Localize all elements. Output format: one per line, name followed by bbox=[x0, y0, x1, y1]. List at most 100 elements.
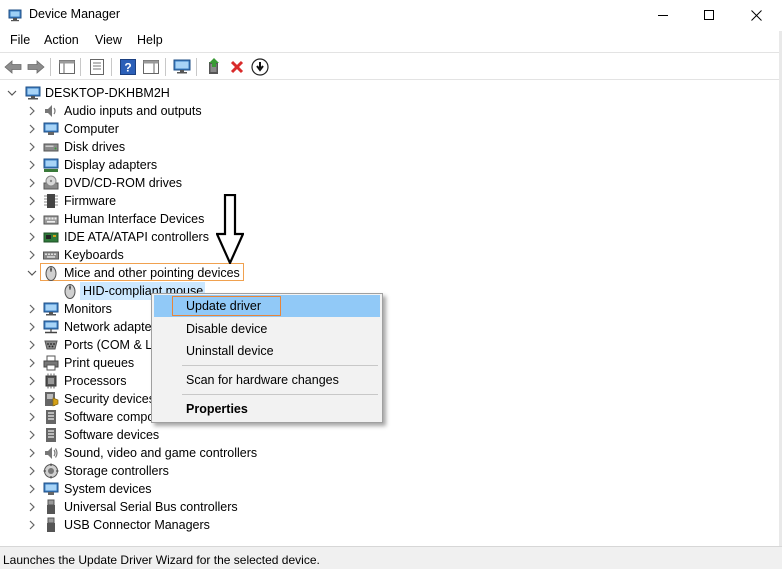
device-manager-icon bbox=[8, 9, 22, 22]
tree-item-dvd-drives[interactable]: DVD/CD-ROM drives bbox=[0, 174, 400, 192]
back-button[interactable] bbox=[3, 57, 23, 77]
context-menu-item-label: Properties bbox=[186, 402, 248, 416]
scan-hardware-button[interactable] bbox=[172, 57, 192, 77]
chevron-right-icon[interactable] bbox=[27, 358, 37, 368]
update-driver-button[interactable] bbox=[204, 57, 224, 77]
computer-icon bbox=[43, 122, 59, 135]
chevron-right-icon[interactable] bbox=[27, 196, 37, 206]
keyboard-icon bbox=[43, 251, 59, 260]
usb-icon bbox=[47, 499, 55, 514]
context-menu-uninstall-device[interactable]: Uninstall device bbox=[154, 340, 380, 362]
menu-file[interactable]: File bbox=[9, 33, 31, 47]
close-button[interactable] bbox=[733, 0, 779, 30]
chevron-right-icon[interactable] bbox=[27, 394, 37, 404]
help-button[interactable]: ? bbox=[118, 57, 138, 77]
chevron-right-icon[interactable] bbox=[27, 304, 37, 314]
tree-item-label: Software devices bbox=[64, 428, 160, 442]
chevron-right-icon[interactable] bbox=[27, 430, 37, 440]
toolbar-separator bbox=[80, 58, 81, 76]
title-bar: Device Manager bbox=[0, 0, 782, 30]
tree-item-disk-drives[interactable]: Disk drives bbox=[0, 138, 400, 156]
chevron-right-icon[interactable] bbox=[27, 160, 37, 170]
device-tree[interactable]: DESKTOP-DKHBM2H Audio inputs and outputs… bbox=[0, 82, 779, 546]
tree-item-label: Human Interface Devices bbox=[64, 212, 205, 226]
tree-root[interactable]: DESKTOP-DKHBM2H bbox=[0, 84, 400, 102]
properties-button[interactable] bbox=[87, 57, 107, 77]
tree-item-display-adapters[interactable]: Display adapters bbox=[0, 156, 400, 174]
chevron-right-icon[interactable] bbox=[27, 412, 37, 422]
sound-icon bbox=[45, 447, 58, 459]
tree-item-label: Print queues bbox=[64, 356, 135, 370]
chevron-right-icon[interactable] bbox=[27, 448, 37, 458]
tree-item-firmware[interactable]: Firmware bbox=[0, 192, 400, 210]
context-menu-properties[interactable]: Properties bbox=[154, 398, 380, 420]
uninstall-button[interactable] bbox=[227, 57, 247, 77]
chevron-right-icon[interactable] bbox=[27, 322, 37, 332]
show-hide-tree-icon bbox=[59, 60, 75, 74]
computer-icon bbox=[25, 86, 41, 100]
context-menu-disable-device[interactable]: Disable device bbox=[154, 318, 380, 340]
tree-item-label: System devices bbox=[64, 482, 152, 496]
chevron-right-icon[interactable] bbox=[27, 232, 37, 242]
chevron-right-icon[interactable] bbox=[27, 502, 37, 512]
tree-item-storage-controllers[interactable]: Storage controllers bbox=[0, 462, 400, 480]
forward-button[interactable] bbox=[26, 57, 46, 77]
back-arrow-icon bbox=[4, 60, 22, 74]
context-menu-item-label: Disable device bbox=[186, 322, 268, 336]
svg-text:?: ? bbox=[124, 61, 131, 75]
tree-item-usb-controllers[interactable]: Universal Serial Bus controllers bbox=[0, 498, 400, 516]
action-pane-button[interactable] bbox=[141, 57, 161, 77]
chevron-right-icon[interactable] bbox=[27, 178, 37, 188]
show-hide-tree-button[interactable] bbox=[57, 57, 77, 77]
processor-icon bbox=[45, 373, 57, 389]
chevron-right-icon[interactable] bbox=[27, 250, 37, 260]
tree-item-label: Firmware bbox=[64, 194, 117, 208]
chevron-right-icon[interactable] bbox=[27, 214, 37, 224]
tree-item-system-devices[interactable]: System devices bbox=[0, 480, 400, 498]
maximize-button[interactable] bbox=[686, 0, 732, 30]
menu-view[interactable]: View bbox=[94, 33, 123, 47]
chevron-right-icon[interactable] bbox=[27, 520, 37, 530]
tree-item-hid[interactable]: Human Interface Devices bbox=[0, 210, 400, 228]
tree-item-label: Monitors bbox=[64, 302, 112, 316]
tree-item-audio[interactable]: Audio inputs and outputs bbox=[0, 102, 400, 120]
monitor-icon bbox=[173, 59, 191, 74]
chevron-right-icon[interactable] bbox=[27, 106, 37, 116]
chevron-right-icon[interactable] bbox=[27, 124, 37, 134]
tree-item-computer[interactable]: Computer bbox=[0, 120, 400, 138]
disable-device-button[interactable] bbox=[250, 57, 270, 77]
tree-item-ide-controllers[interactable]: IDE ATA/ATAPI controllers bbox=[0, 228, 400, 246]
tree-item-keyboards[interactable]: Keyboards bbox=[0, 246, 400, 264]
minimize-button[interactable] bbox=[640, 0, 686, 30]
chevron-right-icon[interactable] bbox=[27, 340, 37, 350]
monitor-icon bbox=[43, 302, 59, 316]
status-text: Launches the Update Driver Wizard for th… bbox=[3, 553, 320, 567]
tree-item-usb-connector-managers[interactable]: USB Connector Managers bbox=[0, 516, 400, 534]
mouse-icon bbox=[64, 284, 76, 299]
menu-help[interactable]: Help bbox=[136, 33, 164, 47]
tree-item-software-devices[interactable]: Software devices bbox=[0, 426, 400, 444]
tree-item-label: Mice and other pointing devices bbox=[64, 266, 240, 280]
uninstall-x-icon bbox=[230, 60, 244, 74]
tree-item-sound-controllers[interactable]: Sound, video and game controllers bbox=[0, 444, 400, 462]
chevron-right-icon[interactable] bbox=[27, 466, 37, 476]
chevron-right-icon[interactable] bbox=[27, 376, 37, 386]
printer-icon bbox=[43, 355, 59, 371]
context-menu-separator bbox=[182, 365, 378, 366]
tree-item-mice[interactable]: Mice and other pointing devices bbox=[0, 264, 400, 282]
context-menu-item-label: Uninstall device bbox=[186, 344, 274, 358]
down-arrow-annotation-icon bbox=[216, 194, 244, 264]
menu-action[interactable]: Action bbox=[43, 33, 80, 47]
storage-controller-icon bbox=[43, 463, 59, 479]
chevron-down-icon[interactable] bbox=[27, 268, 37, 278]
tree-item-label: Disk drives bbox=[64, 140, 126, 154]
tree-item-label: Network adapters bbox=[64, 320, 162, 334]
download-icon bbox=[251, 58, 269, 76]
tree-item-label: IDE ATA/ATAPI controllers bbox=[64, 230, 209, 244]
chevron-down-icon[interactable] bbox=[7, 88, 17, 98]
context-menu-update-driver[interactable]: Update driver bbox=[154, 295, 380, 317]
context-menu-scan-hardware[interactable]: Scan for hardware changes bbox=[154, 369, 380, 391]
tree-item-label: Processors bbox=[64, 374, 127, 388]
chevron-right-icon[interactable] bbox=[27, 142, 37, 152]
chevron-right-icon[interactable] bbox=[27, 484, 37, 494]
